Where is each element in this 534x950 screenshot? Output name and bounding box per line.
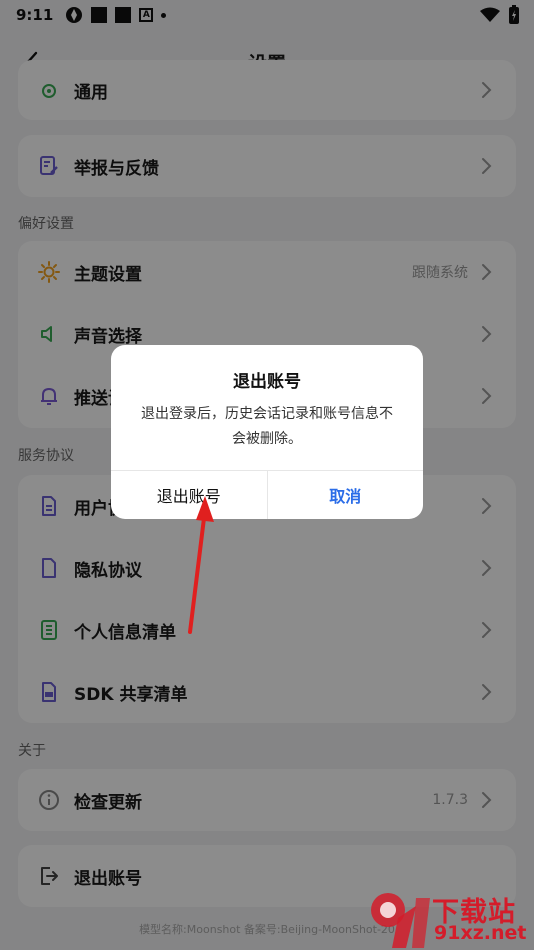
annotation-arrow: [188, 496, 214, 634]
watermark-url: 91xz.net: [434, 922, 527, 944]
watermark-logo-icon: [371, 893, 430, 948]
watermark: 下载站 91xz.net: [362, 886, 534, 950]
